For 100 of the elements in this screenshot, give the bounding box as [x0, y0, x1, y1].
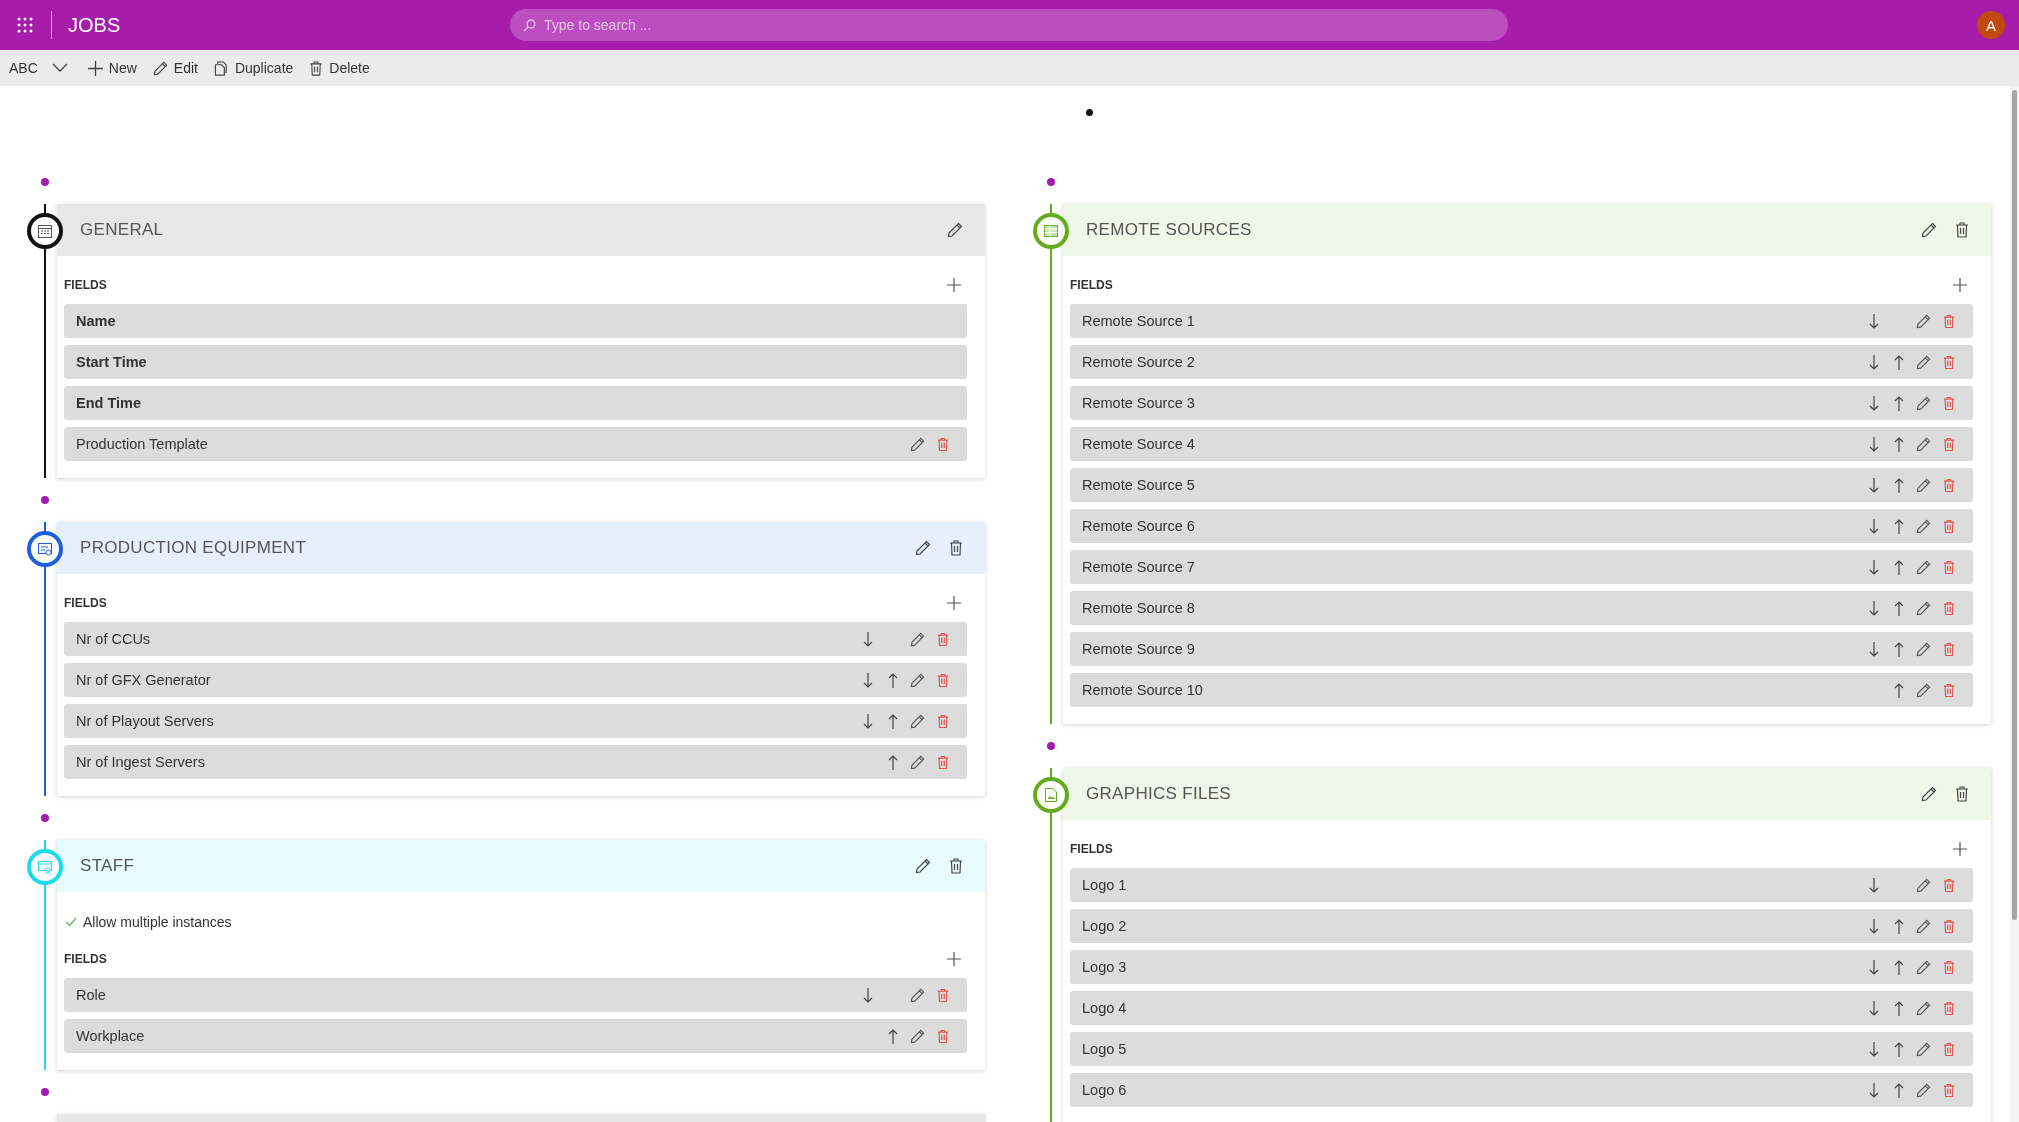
- field-row[interactable]: Remote Source 10: [1070, 673, 1973, 707]
- edit-icon[interactable]: [947, 222, 963, 238]
- edit-icon[interactable]: [1916, 1041, 1931, 1057]
- edit-icon[interactable]: [1916, 518, 1931, 534]
- field-row[interactable]: Remote Source 6: [1070, 509, 1973, 543]
- edit-icon[interactable]: [910, 672, 925, 688]
- edit-icon[interactable]: [1916, 918, 1931, 934]
- toolbar-button[interactable]: Delete: [304, 56, 375, 80]
- insert-point-dot[interactable]: [1047, 178, 1055, 186]
- add-field-icon[interactable]: [947, 278, 961, 292]
- edit-icon[interactable]: [1916, 959, 1931, 975]
- move-up-icon[interactable]: [887, 713, 898, 729]
- move-up-icon[interactable]: [1893, 354, 1904, 370]
- edit-icon[interactable]: [1916, 477, 1931, 493]
- edit-icon[interactable]: [1921, 786, 1937, 802]
- toolbar-button[interactable]: Duplicate: [208, 56, 299, 80]
- field-row[interactable]: Logo 6: [1070, 1073, 1973, 1107]
- move-down-icon[interactable]: [862, 987, 873, 1003]
- field-row[interactable]: Remote Source 2: [1070, 345, 1973, 379]
- edit-icon[interactable]: [910, 631, 925, 647]
- move-down-icon[interactable]: [1868, 877, 1879, 893]
- move-down-icon[interactable]: [1868, 1082, 1879, 1098]
- edit-icon[interactable]: [1916, 600, 1931, 616]
- field-row[interactable]: Nr of GFX Generator: [64, 663, 967, 697]
- toolbar-button[interactable]: New: [82, 56, 142, 80]
- field-row[interactable]: Nr of Playout Servers: [64, 704, 967, 738]
- move-down-icon[interactable]: [1868, 354, 1879, 370]
- edit-icon[interactable]: [1916, 559, 1931, 575]
- move-down-icon[interactable]: [1868, 559, 1879, 575]
- edit-icon[interactable]: [1916, 436, 1931, 452]
- move-down-icon[interactable]: [1868, 1041, 1879, 1057]
- insert-point-dot[interactable]: [41, 814, 49, 822]
- field-row[interactable]: Logo 2: [1070, 909, 1973, 943]
- move-down-icon[interactable]: [1868, 518, 1879, 534]
- field-row[interactable]: Remote Source 5: [1070, 468, 1973, 502]
- edit-icon[interactable]: [1916, 354, 1931, 370]
- move-down-icon[interactable]: [1868, 313, 1879, 329]
- edit-icon[interactable]: [1916, 641, 1931, 657]
- add-field-icon[interactable]: [947, 596, 961, 610]
- move-down-icon[interactable]: [1868, 918, 1879, 934]
- edit-icon[interactable]: [1916, 313, 1931, 329]
- edit-icon[interactable]: [1916, 1000, 1931, 1016]
- delete-icon[interactable]: [1955, 222, 1969, 238]
- field-row[interactable]: Logo 5: [1070, 1032, 1973, 1066]
- move-down-icon[interactable]: [1868, 436, 1879, 452]
- move-up-icon[interactable]: [1893, 918, 1904, 934]
- delete-icon[interactable]: [949, 540, 963, 556]
- edit-icon[interactable]: [1916, 1082, 1931, 1098]
- user-avatar[interactable]: A: [1977, 11, 2005, 39]
- move-up-icon[interactable]: [1893, 1082, 1904, 1098]
- checkmark-icon[interactable]: [65, 917, 77, 927]
- insert-point-dot[interactable]: [41, 178, 49, 186]
- toolbar-button[interactable]: Edit: [147, 56, 203, 80]
- edit-icon[interactable]: [910, 436, 925, 452]
- edit-icon[interactable]: [910, 713, 925, 729]
- field-row[interactable]: Logo 1: [1070, 868, 1973, 902]
- move-up-icon[interactable]: [1893, 518, 1904, 534]
- field-row[interactable]: Role: [64, 978, 967, 1012]
- move-down-icon[interactable]: [1868, 641, 1879, 657]
- search-field[interactable]: Type to search ...: [510, 9, 1508, 41]
- edit-icon[interactable]: [910, 1028, 925, 1044]
- move-down-icon[interactable]: [1868, 477, 1879, 493]
- move-up-icon[interactable]: [1893, 1041, 1904, 1057]
- move-up-icon[interactable]: [1893, 477, 1904, 493]
- delete-icon[interactable]: [1955, 786, 1969, 802]
- move-up-icon[interactable]: [1893, 641, 1904, 657]
- field-row[interactable]: Nr of Ingest Servers: [64, 745, 967, 779]
- edit-icon[interactable]: [1916, 395, 1931, 411]
- edit-icon[interactable]: [915, 858, 931, 874]
- edit-icon[interactable]: [910, 754, 925, 770]
- move-up-icon[interactable]: [1893, 682, 1904, 698]
- field-row[interactable]: Remote Source 9: [1070, 632, 1973, 666]
- move-down-icon[interactable]: [1868, 1000, 1879, 1016]
- delete-icon[interactable]: [949, 858, 963, 874]
- edit-icon[interactable]: [1916, 877, 1931, 893]
- field-row[interactable]: Start Time: [64, 345, 967, 379]
- field-row[interactable]: Remote Source 8: [1070, 591, 1973, 625]
- insert-point-dot[interactable]: [41, 496, 49, 504]
- edit-icon[interactable]: [910, 987, 925, 1003]
- move-up-icon[interactable]: [1893, 559, 1904, 575]
- edit-icon[interactable]: [1921, 222, 1937, 238]
- field-row[interactable]: Remote Source 7: [1070, 550, 1973, 584]
- move-down-icon[interactable]: [1868, 959, 1879, 975]
- insert-point-dot[interactable]: [1047, 742, 1055, 750]
- add-field-icon[interactable]: [1953, 842, 1967, 856]
- move-up-icon[interactable]: [1893, 959, 1904, 975]
- field-row[interactable]: Logo 4: [1070, 991, 1973, 1025]
- move-up-icon[interactable]: [887, 672, 898, 688]
- move-down-icon[interactable]: [1868, 600, 1879, 616]
- field-row[interactable]: Remote Source 3: [1070, 386, 1973, 420]
- edit-icon[interactable]: [1916, 682, 1931, 698]
- scrollbar[interactable]: [2010, 86, 2019, 1122]
- insert-point-dot[interactable]: [41, 1088, 49, 1096]
- field-row[interactable]: Logo 3: [1070, 950, 1973, 984]
- field-row[interactable]: Production Template: [64, 427, 967, 461]
- field-row[interactable]: Remote Source 1: [1070, 304, 1973, 338]
- move-up-icon[interactable]: [1893, 1000, 1904, 1016]
- app-launcher-icon[interactable]: [17, 17, 33, 33]
- move-up-icon[interactable]: [1893, 600, 1904, 616]
- add-field-icon[interactable]: [1953, 278, 1967, 292]
